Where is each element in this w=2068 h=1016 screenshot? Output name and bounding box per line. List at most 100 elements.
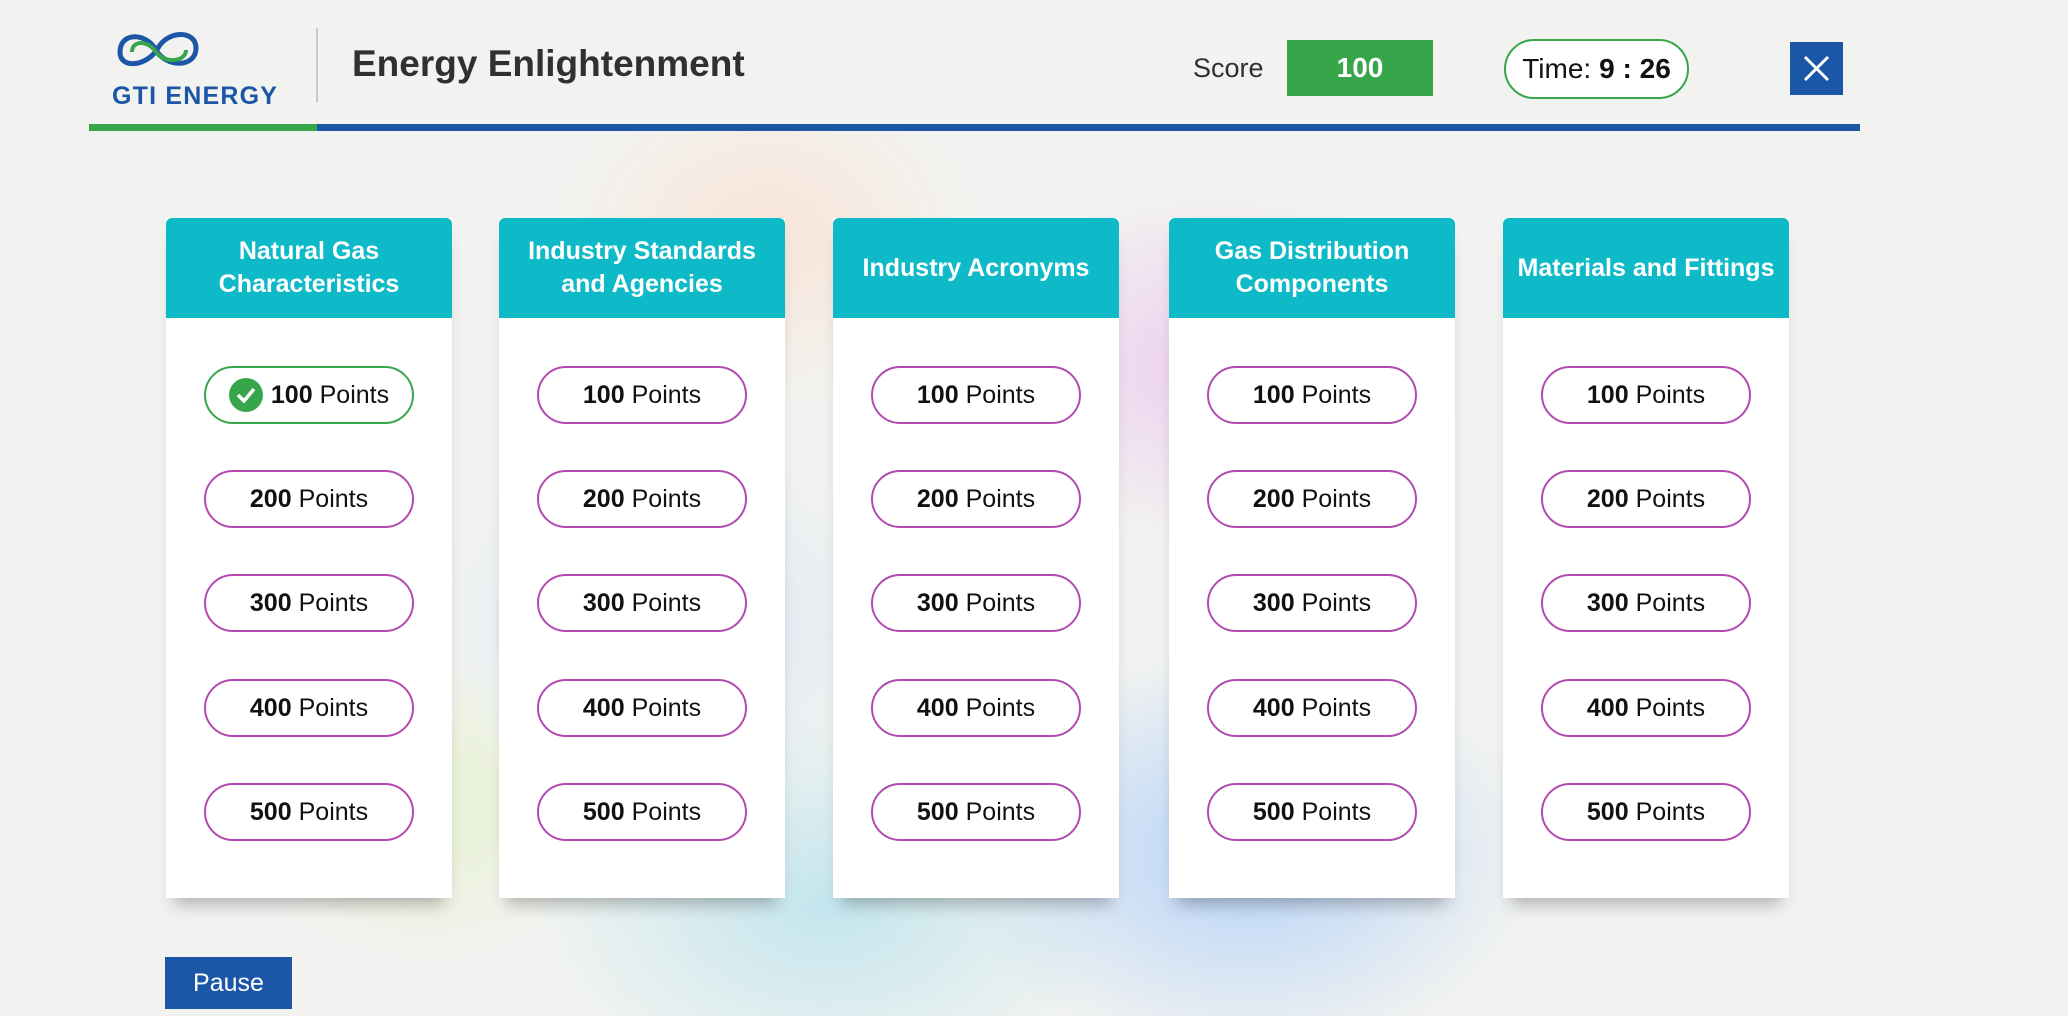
infinity-loop-icon bbox=[117, 32, 199, 67]
points-value: 300 bbox=[1586, 588, 1629, 617]
points-tile[interactable]: 200 Points bbox=[204, 470, 414, 528]
points-unit: Points bbox=[1301, 797, 1372, 826]
points-value: 500 bbox=[249, 797, 292, 826]
points-tile[interactable]: 500 Points bbox=[537, 783, 747, 841]
points-tile[interactable]: 200 Points bbox=[537, 470, 747, 528]
category-column: Gas Distribution Components 100 Points 2… bbox=[1169, 218, 1455, 898]
points-value: 500 bbox=[1252, 797, 1295, 826]
points-unit: Points bbox=[965, 797, 1036, 826]
points-value: 300 bbox=[1252, 588, 1295, 617]
score-value: 100 bbox=[1287, 40, 1433, 96]
points-unit: Points bbox=[631, 484, 702, 513]
category-column: Industry Standards and Agencies 100 Poin… bbox=[499, 218, 785, 898]
points-value: 100 bbox=[1586, 380, 1629, 409]
points-tile[interactable]: 400 Points bbox=[537, 679, 747, 737]
close-button[interactable] bbox=[1790, 42, 1843, 95]
points-value: 500 bbox=[582, 797, 625, 826]
points-value: 200 bbox=[1586, 484, 1629, 513]
points-unit: Points bbox=[1635, 380, 1706, 409]
points-tile[interactable]: 100 Points bbox=[871, 366, 1081, 424]
points-tile[interactable]: 300 Points bbox=[1207, 574, 1417, 632]
timer-value: 9 : 26 bbox=[1599, 53, 1671, 84]
category-title: Natural Gas Characteristics bbox=[166, 218, 452, 318]
points-value: 300 bbox=[249, 588, 292, 617]
points-tile[interactable]: 500 Points bbox=[1207, 783, 1417, 841]
points-unit: Points bbox=[1301, 588, 1372, 617]
points-tile[interactable]: 400 Points bbox=[204, 679, 414, 737]
points-tile-answered[interactable]: 100 Points bbox=[204, 366, 414, 424]
points-unit: Points bbox=[1635, 693, 1706, 722]
points-unit: Points bbox=[1301, 380, 1372, 409]
points-unit: Points bbox=[965, 484, 1036, 513]
points-value: 100 bbox=[1252, 380, 1295, 409]
checkmark-icon bbox=[228, 378, 263, 412]
points-tile[interactable]: 200 Points bbox=[871, 470, 1081, 528]
category-title: Industry Standards and Agencies bbox=[499, 218, 785, 318]
points-tile[interactable]: 400 Points bbox=[871, 679, 1081, 737]
points-unit: Points bbox=[298, 484, 369, 513]
points-value: 200 bbox=[1252, 484, 1295, 513]
points-value: 400 bbox=[1586, 693, 1629, 722]
score-label: Score bbox=[1193, 53, 1264, 83]
points-value: 500 bbox=[916, 797, 959, 826]
points-value: 400 bbox=[582, 693, 625, 722]
category-title: Gas Distribution Components bbox=[1169, 218, 1455, 318]
points-tile[interactable]: 500 Points bbox=[1541, 783, 1751, 841]
points-value: 300 bbox=[916, 588, 959, 617]
points-tile[interactable]: 300 Points bbox=[1541, 574, 1751, 632]
points-tile[interactable]: 300 Points bbox=[871, 574, 1081, 632]
category-title: Materials and Fittings bbox=[1503, 218, 1789, 318]
points-value: 400 bbox=[249, 693, 292, 722]
points-tile[interactable]: 400 Points bbox=[1207, 679, 1417, 737]
points-value: 100 bbox=[916, 380, 959, 409]
points-unit: Points bbox=[965, 693, 1036, 722]
timer-label: Time: bbox=[1522, 53, 1592, 84]
points-value: 500 bbox=[1586, 797, 1629, 826]
points-unit: Points bbox=[631, 380, 702, 409]
points-value: 200 bbox=[582, 484, 625, 513]
points-unit: Points bbox=[965, 380, 1036, 409]
gti-energy-logo: GTI ENERGY bbox=[110, 22, 295, 110]
points-value: 400 bbox=[1252, 693, 1295, 722]
points-value: 300 bbox=[582, 588, 625, 617]
page-title: Energy Enlightenment bbox=[352, 43, 745, 84]
logo-text: GTI ENERGY bbox=[112, 82, 279, 110]
points-value: 200 bbox=[249, 484, 292, 513]
points-unit: Points bbox=[1301, 484, 1372, 513]
points-unit: Points bbox=[631, 693, 702, 722]
points-unit: Points bbox=[298, 588, 369, 617]
points-tile[interactable]: 200 Points bbox=[1541, 470, 1751, 528]
timer-display: Time: 9 : 26 bbox=[1504, 39, 1689, 99]
points-value: 100 bbox=[270, 380, 313, 409]
points-tile[interactable]: 400 Points bbox=[1541, 679, 1751, 737]
points-unit: Points bbox=[1635, 797, 1706, 826]
header-divider bbox=[316, 28, 318, 102]
points-tile[interactable]: 100 Points bbox=[1207, 366, 1417, 424]
points-unit: Points bbox=[965, 588, 1036, 617]
category-column: Industry Acronyms 100 Points 200 Points … bbox=[833, 218, 1119, 898]
points-unit: Points bbox=[1635, 588, 1706, 617]
points-unit: Points bbox=[631, 588, 702, 617]
points-tile[interactable]: 300 Points bbox=[537, 574, 747, 632]
points-unit: Points bbox=[298, 693, 369, 722]
points-unit: Points bbox=[1635, 484, 1706, 513]
points-tile[interactable]: 100 Points bbox=[1541, 366, 1751, 424]
points-unit: Points bbox=[1301, 693, 1372, 722]
points-tile[interactable]: 100 Points bbox=[537, 366, 747, 424]
pause-button[interactable]: Pause bbox=[165, 957, 292, 1009]
points-value: 400 bbox=[916, 693, 959, 722]
close-icon bbox=[1803, 55, 1830, 82]
header-rule-green bbox=[89, 124, 317, 131]
points-unit: Points bbox=[298, 797, 369, 826]
header-rule-blue bbox=[317, 124, 1860, 131]
points-tile[interactable]: 500 Points bbox=[204, 783, 414, 841]
points-tile[interactable]: 300 Points bbox=[204, 574, 414, 632]
points-tile[interactable]: 500 Points bbox=[871, 783, 1081, 841]
points-unit: Points bbox=[319, 380, 390, 409]
points-value: 100 bbox=[582, 380, 625, 409]
points-value: 200 bbox=[916, 484, 959, 513]
category-column: Natural Gas Characteristics 100 Points 2… bbox=[166, 218, 452, 898]
points-unit: Points bbox=[631, 797, 702, 826]
category-column: Materials and Fittings 100 Points 200 Po… bbox=[1503, 218, 1789, 898]
points-tile[interactable]: 200 Points bbox=[1207, 470, 1417, 528]
